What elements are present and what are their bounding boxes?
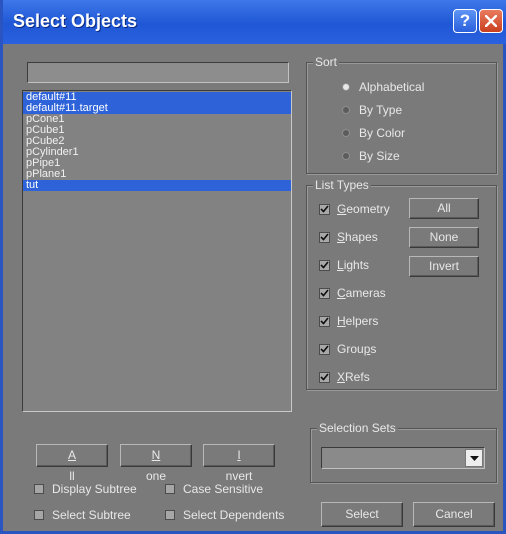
case-sensitive-option[interactable]: Case Sensitive [165,481,263,497]
checkmark-icon [320,289,329,297]
list-types-group-label: List Types [313,178,371,192]
object-list[interactable]: default#11 default#11.target pCone1 pCube1 p… [22,90,292,412]
sort-group-label: Sort [313,55,340,69]
close-icon [485,15,497,27]
list-type-option[interactable]: XRefs [319,367,370,387]
help-button[interactable]: ? [453,9,477,33]
list-type-checkbox[interactable] [319,315,330,327]
sort-option[interactable]: By Size [343,146,400,166]
list-type-label: Shapes [337,230,378,244]
select-subtree-option[interactable]: Select Subtree [34,507,131,523]
title-bar[interactable]: Select Objects ? [3,0,506,44]
list-type-option[interactable]: Geometry [319,199,390,219]
checkmark-icon [320,233,329,241]
list-none-button[interactable]: None [120,444,192,483]
checkmark-icon [320,345,329,353]
list-type-label-hotkey: C [337,286,346,300]
object-list-item[interactable]: tut [23,180,291,191]
sort-option-label: Alphabetical [359,80,425,94]
sort-option[interactable]: Alphabetical [343,77,424,97]
list-type-label: Cameras [337,286,386,300]
list-type-label-suffix: ameras [345,286,386,300]
list-type-option[interactable]: Groups [319,339,376,359]
list-type-checkbox[interactable] [319,203,330,215]
select-dependents-checkbox[interactable] [165,510,175,520]
list-type-option[interactable]: Lights [319,255,369,275]
list-type-option[interactable]: Helpers [319,311,378,331]
list-invert-button[interactable]: Invert [203,444,275,483]
list-type-label-hotkey: L [337,258,344,272]
list-all-button[interactable]: All [36,444,108,483]
sort-radio[interactable] [343,153,349,159]
selection-sets-dropdown[interactable] [321,447,485,469]
list-type-checkbox[interactable] [319,287,330,299]
sort-option[interactable]: By Color [343,123,405,143]
select-subtree-checkbox[interactable] [34,510,44,520]
list-type-label-suffix: hapes [345,230,378,244]
help-icon: ? [459,11,471,30]
checkmark-icon [320,205,329,213]
display-subtree-label: Display Subtree [52,482,137,496]
sort-radio[interactable] [343,130,349,136]
list-type-label: Geometry [337,202,390,216]
select-button[interactable]: Select [321,502,403,527]
sort-option-label: By Type [359,103,403,117]
list-type-checkbox[interactable] [319,231,330,243]
list-type-label-prefix: Grou [337,342,364,356]
case-sensitive-checkbox[interactable] [165,484,175,494]
list-type-label-suffix: s [370,342,377,356]
list-type-label-hotkey: S [337,230,346,244]
chevron-down-icon [470,456,479,461]
object-name-input[interactable] [27,62,289,83]
dropdown-arrow-button[interactable] [465,449,483,467]
types-invert-button[interactable]: Invert [409,256,479,277]
sort-group: Sort Alphabetical By Type By Color By Size [306,55,497,174]
list-type-label: Groups [337,342,376,356]
sort-option[interactable]: By Type [343,100,402,120]
select-dependents-label: Select Dependents [183,508,285,522]
list-type-label-hotkey: X [337,370,346,384]
select-dependents-option[interactable]: Select Dependents [165,507,284,523]
list-type-checkbox[interactable] [319,343,330,355]
select-subtree-label: Select Subtree [52,508,131,522]
list-all-key: A [67,448,76,462]
checkmark-icon [320,373,329,381]
list-type-option[interactable]: Shapes [319,227,378,247]
close-button[interactable] [479,9,503,33]
checkmark-icon [320,317,329,325]
object-list-item[interactable]: pPlane1 [23,169,291,180]
display-subtree-checkbox[interactable] [34,484,44,494]
list-type-checkbox[interactable] [319,371,330,383]
list-type-label: Helpers [337,314,378,328]
list-type-option[interactable]: Cameras [319,283,386,303]
list-types-group: List Types Geometry Shapes Lights Cameras He… [306,178,497,390]
list-type-label-hotkey: G [337,202,347,216]
checkmark-icon [320,261,329,269]
list-type-label-suffix: elpers [345,314,379,328]
list-type-label-suffix: eometry [346,202,390,216]
sort-radio[interactable] [343,84,349,90]
cancel-button[interactable]: Cancel [413,502,495,527]
list-type-label: XRefs [337,370,370,384]
list-type-label-suffix: Refs [345,370,370,384]
select-objects-dialog: Select Objects ? default#11 default#11.ta… [0,0,506,534]
dialog-title: Select Objects [13,11,138,31]
types-all-button[interactable]: All [409,198,479,219]
object-list-item[interactable]: pCylinder1 [23,147,291,158]
list-type-checkbox[interactable] [319,259,330,271]
list-invert-key: I [237,448,241,462]
sort-option-label: By Color [359,126,406,140]
types-none-button[interactable]: None [409,227,479,248]
selection-sets-label: Selection Sets [317,421,398,435]
list-type-label: Lights [337,258,369,272]
list-type-label-hotkey: H [337,314,346,328]
sort-radio[interactable] [343,107,349,113]
case-sensitive-label: Case Sensitive [183,482,264,496]
display-subtree-option[interactable]: Display Subtree [34,481,137,497]
sort-option-label: By Size [359,149,400,163]
list-type-label-suffix: ights [343,258,370,272]
list-none-key: N [151,448,161,462]
selection-sets-group: Selection Sets [310,421,497,483]
